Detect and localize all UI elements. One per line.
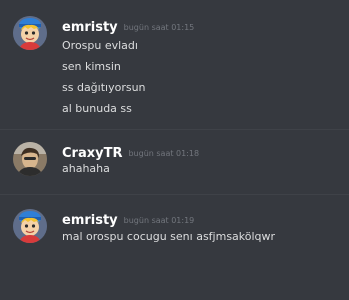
message-text: al bunuda ss [62, 102, 132, 115]
message-text: ahahaha [62, 162, 110, 175]
chat-messages: emristy bugün saat 01:15 Orospu evladı se… [0, 0, 349, 300]
photo-avatar-icon [13, 142, 47, 176]
user-avatar[interactable] [13, 16, 47, 50]
message-header: emristy bugün saat 01:15 [62, 16, 195, 35]
user-avatar[interactable] [13, 142, 47, 176]
username[interactable]: emristy [62, 20, 118, 35]
timestamp: bugün saat 01:19 [123, 216, 195, 225]
username[interactable]: emristy [62, 213, 118, 228]
message-header: CraxyTR bugün saat 01:18 [62, 142, 200, 161]
cartoon-boy-avatar-icon [13, 209, 47, 243]
user-avatar[interactable] [13, 209, 47, 243]
message-text: sen kimsin [62, 60, 121, 73]
timestamp: bugün saat 01:18 [128, 149, 200, 158]
message-divider [0, 129, 349, 130]
message-header: emristy bugün saat 01:19 [62, 209, 195, 228]
message-text: Orospu evladı [62, 39, 138, 52]
message-text: ss dağıtıyorsun [62, 81, 146, 94]
timestamp: bugün saat 01:15 [123, 23, 195, 32]
cartoon-boy-avatar-icon [13, 16, 47, 50]
message-text: mal orospu cocugu senı asfjmsakölqwr [62, 230, 276, 243]
message-divider [0, 194, 349, 195]
